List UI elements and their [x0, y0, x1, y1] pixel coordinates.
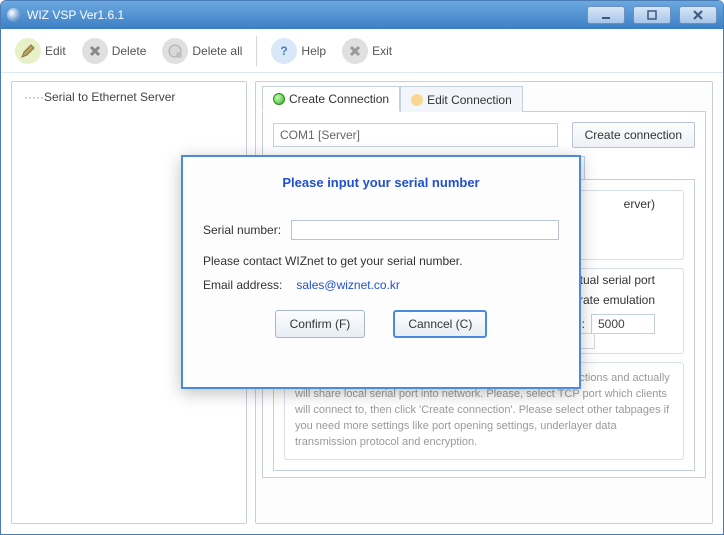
- window-title: WIZ VSP Ver1.6.1: [27, 8, 124, 22]
- exit-icon: [342, 38, 368, 64]
- pencil-icon: [411, 94, 423, 106]
- help-label: Help: [301, 44, 326, 58]
- cancel-button[interactable]: Canncel (C): [393, 310, 487, 338]
- delete-icon: [82, 38, 108, 64]
- dialog-title: Please input your serial number: [203, 175, 559, 190]
- delete-all-tool[interactable]: Delete all: [156, 34, 248, 68]
- exit-label: Exit: [372, 44, 392, 58]
- dialog-note: Please contact WIZnet to get your serial…: [203, 254, 559, 268]
- edit-tool[interactable]: Edit: [9, 34, 72, 68]
- baudrate-input[interactable]: [591, 314, 655, 334]
- delete-tool[interactable]: Delete: [76, 34, 153, 68]
- tree-root[interactable]: ·····Serial to Ethernet Server: [16, 88, 242, 106]
- toolbar: Edit Delete Delete all ? Help Exit: [1, 29, 723, 73]
- help-icon: ?: [271, 38, 297, 64]
- edit-label: Edit: [45, 44, 66, 58]
- close-button[interactable]: [679, 6, 717, 24]
- delete-label: Delete: [112, 44, 147, 58]
- app-icon: [7, 8, 21, 22]
- minimize-button[interactable]: [587, 6, 625, 24]
- serial-label: Serial number:: [203, 223, 281, 237]
- partial-text-server: erver): [624, 197, 655, 211]
- delete-all-label: Delete all: [192, 44, 242, 58]
- main-tabs: Create Connection Edit Connection: [262, 86, 706, 112]
- svg-text:?: ?: [281, 44, 288, 58]
- email-link[interactable]: sales@wiznet.co.kr: [296, 278, 400, 292]
- create-connection-button[interactable]: Create connection: [572, 122, 695, 148]
- port-select[interactable]: COM1 [Server]: [273, 123, 558, 147]
- titlebar: WIZ VSP Ver1.6.1: [1, 1, 723, 29]
- confirm-button[interactable]: Confirm (F): [275, 310, 366, 338]
- refresh-icon: [273, 93, 285, 105]
- delete-all-icon: [162, 38, 188, 64]
- maximize-button[interactable]: [633, 6, 671, 24]
- colon-label: :: [582, 317, 585, 331]
- tab-edit-connection[interactable]: Edit Connection: [400, 86, 523, 112]
- email-label: Email address:: [203, 278, 282, 292]
- tab-create-connection[interactable]: Create Connection: [262, 86, 400, 112]
- pencil-icon: [15, 38, 41, 64]
- exit-tool[interactable]: Exit: [336, 34, 398, 68]
- app-window: WIZ VSP Ver1.6.1 Edit Delete: [0, 0, 724, 535]
- help-tool[interactable]: ? Help: [265, 34, 332, 68]
- toolbar-separator: [256, 36, 257, 66]
- serial-number-dialog: Please input your serial number Serial n…: [181, 155, 581, 389]
- serial-number-input[interactable]: [291, 220, 559, 240]
